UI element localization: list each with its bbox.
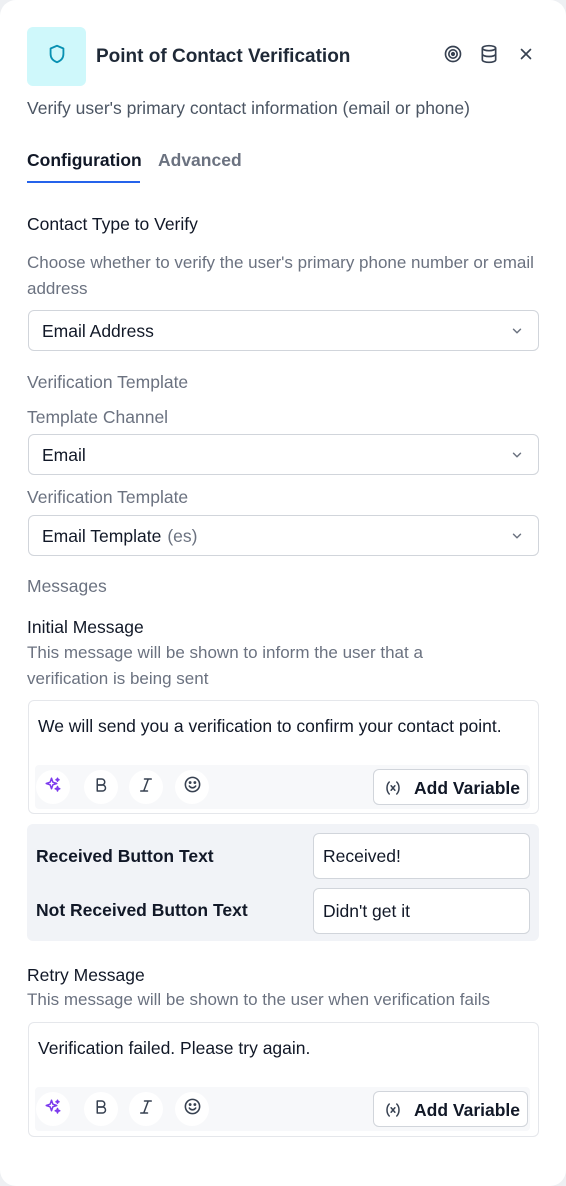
bold-icon xyxy=(92,776,110,799)
database-icon xyxy=(479,44,499,69)
contact-type-label: Contact Type to Verify xyxy=(27,214,198,234)
contact-type-help: Choose whether to verify the user's prim… xyxy=(27,253,534,298)
panel-subtitle: Verify user's primary contact informatio… xyxy=(27,98,470,118)
button-text-group: Received Button Text Received! Not Recei… xyxy=(27,824,539,941)
received-button-input[interactable]: Received! xyxy=(313,833,530,879)
ai-assist-button[interactable] xyxy=(36,770,70,804)
close-button[interactable] xyxy=(514,44,538,68)
target-icon xyxy=(443,44,463,69)
sparkles-icon xyxy=(44,1098,62,1121)
italic-icon xyxy=(137,1098,155,1121)
initial-message-text[interactable]: We will send you a verification to confi… xyxy=(38,716,502,737)
active-tab-indicator xyxy=(27,181,140,183)
received-button-label: Received Button Text xyxy=(36,846,214,866)
add-variable-label: Add Variable xyxy=(414,1100,521,1120)
template-name: Email Template xyxy=(42,526,162,546)
variable-icon xyxy=(384,779,402,797)
ai-assist-button[interactable] xyxy=(36,1092,70,1126)
template-channel-value: Email xyxy=(42,445,86,465)
contact-type-value: Email Address xyxy=(42,321,154,341)
sparkles-icon xyxy=(44,776,62,799)
chevron-down-icon xyxy=(510,448,524,462)
emoji-icon xyxy=(183,1097,202,1121)
verification-template-select[interactable]: Email Template (es) xyxy=(28,515,539,556)
add-variable-label: Add Variable xyxy=(414,778,521,798)
panel-title: Point of Contact Verification xyxy=(96,46,351,67)
emoji-button[interactable] xyxy=(175,1092,209,1126)
not-received-button-input[interactable]: Didn't get it xyxy=(313,888,530,934)
initial-message-help: This message will be shown to inform the… xyxy=(27,643,423,688)
database-button[interactable] xyxy=(477,44,501,68)
bold-button[interactable] xyxy=(84,1092,118,1126)
messages-heading: Messages xyxy=(27,576,107,596)
chevron-down-icon xyxy=(510,529,524,543)
template-channel-label: Template Channel xyxy=(27,407,169,427)
retry-message-toolbar: Add Variable xyxy=(35,1087,530,1131)
target-button[interactable] xyxy=(441,44,465,68)
initial-message-editor[interactable]: We will send you a verification to confi… xyxy=(28,700,539,814)
verification-template-label: Verification Template xyxy=(27,487,189,507)
contact-type-select[interactable]: Email Address xyxy=(28,310,539,351)
initial-message-label: Initial Message xyxy=(27,617,144,637)
italic-icon xyxy=(137,776,155,799)
retry-message-editor[interactable]: Verification failed. Please try again. A… xyxy=(28,1022,539,1137)
header-icon-badge xyxy=(27,27,86,86)
italic-button[interactable] xyxy=(129,1092,163,1126)
tab-configuration[interactable]: Configuration xyxy=(27,150,142,171)
close-icon xyxy=(517,45,535,68)
add-variable-button[interactable]: Add Variable xyxy=(373,769,528,805)
add-variable-button[interactable]: Add Variable xyxy=(373,1091,528,1127)
initial-message-toolbar: Add Variable xyxy=(35,765,530,809)
italic-button[interactable] xyxy=(129,770,163,804)
verification-panel: Point of Contact Verification Verify use… xyxy=(0,0,566,1186)
emoji-button[interactable] xyxy=(175,770,209,804)
template-channel-select[interactable]: Email xyxy=(28,434,539,475)
retry-message-help: This message will be shown to the user w… xyxy=(27,990,490,1009)
bold-icon xyxy=(92,1098,110,1121)
shield-icon xyxy=(46,42,68,71)
emoji-icon xyxy=(183,775,202,799)
template-language: (es) xyxy=(167,526,198,546)
template-section-heading: Verification Template xyxy=(27,372,189,392)
verification-template-value: Email Template (es) xyxy=(42,526,197,547)
retry-message-text[interactable]: Verification failed. Please try again. xyxy=(38,1038,310,1059)
retry-message-label: Retry Message xyxy=(27,965,145,985)
variable-icon xyxy=(384,1101,402,1119)
chevron-down-icon xyxy=(510,324,524,338)
not-received-button-label: Not Received Button Text xyxy=(36,900,248,920)
bold-button[interactable] xyxy=(84,770,118,804)
tab-advanced[interactable]: Advanced xyxy=(158,150,242,171)
